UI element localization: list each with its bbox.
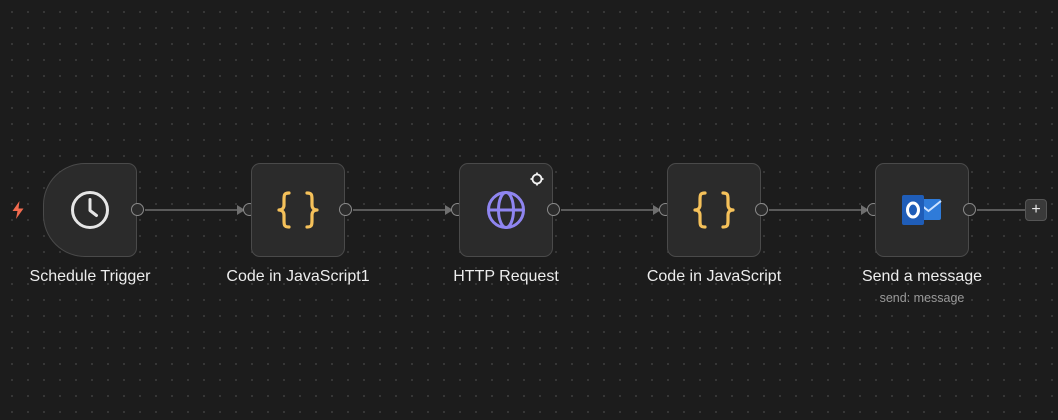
globe-icon xyxy=(485,189,527,231)
pin-status-icon xyxy=(530,172,544,186)
output-handle-code-javascript1[interactable] xyxy=(339,203,352,216)
outlook-icon xyxy=(900,192,944,228)
node-label-schedule-trigger: Schedule Trigger xyxy=(29,268,151,285)
clock-icon xyxy=(69,189,111,231)
node-label-http-request: HTTP Request xyxy=(453,268,559,285)
node-code-javascript[interactable] xyxy=(667,163,761,257)
output-handle-send-message[interactable] xyxy=(963,203,976,216)
output-handle-schedule-trigger[interactable] xyxy=(131,203,144,216)
node-send-message[interactable] xyxy=(875,163,969,257)
braces-icon xyxy=(276,190,320,230)
node-schedule-trigger[interactable] xyxy=(43,163,137,257)
workflow-canvas[interactable]: Schedule Trigger Code in JavaScript1 HTT xyxy=(0,0,1058,420)
node-code-javascript1[interactable] xyxy=(251,163,345,257)
node-label-send-message: Send a message xyxy=(861,268,983,285)
node-label-code-javascript: Code in JavaScript xyxy=(646,268,782,285)
add-node-button[interactable]: + xyxy=(1025,199,1047,221)
output-handle-code-javascript[interactable] xyxy=(755,203,768,216)
braces-icon xyxy=(692,190,736,230)
trigger-bolt-icon xyxy=(12,201,24,219)
output-handle-http-request[interactable] xyxy=(547,203,560,216)
node-label-code-javascript1: Code in JavaScript1 xyxy=(226,268,370,285)
node-sublabel-send-message: send: message xyxy=(879,291,965,305)
